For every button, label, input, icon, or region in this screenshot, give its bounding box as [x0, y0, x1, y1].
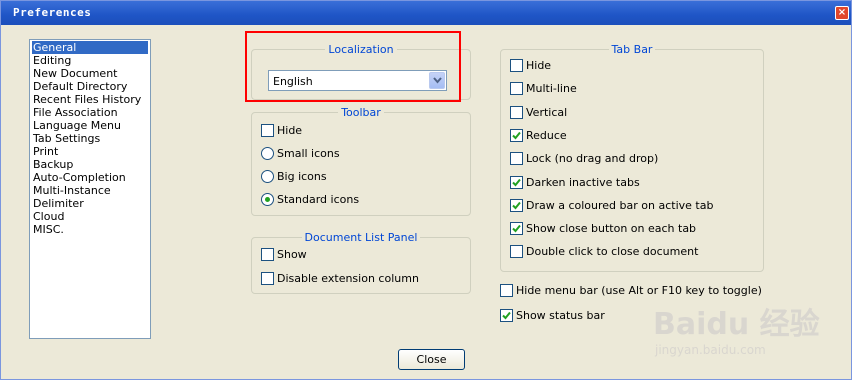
- toolbar-legend: Toolbar: [338, 106, 384, 119]
- radio-circle[interactable]: [261, 147, 274, 160]
- category-item[interactable]: Editing: [32, 54, 148, 67]
- category-list[interactable]: General Editing New Document Default Direct…: [29, 39, 151, 339]
- checkbox-box[interactable]: [510, 105, 523, 119]
- tab-bar-option-label: Show close button on each tab: [526, 222, 697, 236]
- category-item[interactable]: Multi-Instance: [32, 184, 148, 197]
- tab-bar-option-label: Reduce: [526, 128, 567, 142]
- category-item[interactable]: Delimiter: [32, 197, 148, 210]
- tab-bar-option-label: Darken inactive tabs: [526, 175, 640, 189]
- checkbox-box[interactable]: [510, 128, 523, 142]
- checkbox-box[interactable]: [510, 82, 523, 96]
- toolbar-radio-label: Small icons: [277, 147, 340, 160]
- radio-circle[interactable]: [261, 170, 274, 183]
- document-list-panel-group: Document List Panel Show Disable extensi…: [251, 231, 471, 294]
- toolbar-radio-label: Big icons: [277, 170, 327, 183]
- watermark-url: jingyan.baidu.com: [655, 343, 766, 357]
- checkbox-box[interactable]: [510, 152, 523, 166]
- category-item[interactable]: Default Directory: [32, 80, 148, 93]
- window-title: Preferences: [13, 6, 92, 19]
- hide-menu-bar-label: Hide menu bar (use Alt or F10 key to tog…: [516, 284, 762, 297]
- doclist-show-label: Show: [277, 248, 307, 261]
- category-item[interactable]: Recent Files History: [32, 93, 148, 106]
- checkbox-box[interactable]: [261, 124, 274, 137]
- checkbox-box[interactable]: [510, 222, 523, 236]
- checkbox-box[interactable]: [510, 59, 523, 72]
- tab-bar-group: Tab Bar Hide Multi-line Vertical Reduce Lock…: [500, 43, 764, 272]
- tab-bar-option-label: Hide: [526, 59, 552, 72]
- tab-bar-option-label: Vertical: [526, 105, 568, 119]
- category-item[interactable]: File Association: [32, 106, 148, 119]
- category-item[interactable]: Cloud: [32, 210, 148, 223]
- category-item[interactable]: Auto-Completion: [32, 171, 148, 184]
- toolbar-group: Toolbar Hide Small icons Big icons Standar…: [251, 106, 471, 216]
- tab-bar-option-label: Draw a coloured bar on active tab: [526, 198, 714, 212]
- disable-extension-column-label: Disable extension column: [277, 272, 419, 285]
- highlight-box: [245, 31, 461, 102]
- category-item[interactable]: Tab Settings: [32, 132, 148, 145]
- category-item[interactable]: Backup: [32, 158, 148, 171]
- category-item[interactable]: New Document: [32, 67, 148, 80]
- title-bar[interactable]: Preferences ×: [1, 1, 851, 25]
- close-window-icon[interactable]: ×: [835, 6, 849, 20]
- show-status-bar-label: Show status bar: [516, 309, 605, 322]
- toolbar-hide-label: Hide: [277, 124, 303, 137]
- checkbox-box[interactable]: [510, 175, 523, 189]
- tab-bar-legend: Tab Bar: [608, 43, 656, 56]
- toolbar-radio-label: Standard icons: [277, 193, 360, 206]
- radio-circle[interactable]: [261, 193, 274, 206]
- tab-bar-option-label: Double click to close document: [526, 245, 699, 259]
- category-item[interactable]: Print: [32, 145, 148, 158]
- category-item[interactable]: MISC.: [32, 223, 148, 236]
- checkbox-box[interactable]: [261, 248, 274, 261]
- checkbox-box[interactable]: [510, 198, 523, 212]
- close-button[interactable]: Close: [398, 349, 465, 370]
- category-item[interactable]: General: [32, 41, 148, 54]
- checkbox-box[interactable]: [500, 284, 513, 297]
- document-list-panel-legend: Document List Panel: [301, 231, 421, 244]
- preferences-dialog: Preferences × General Editing New Document…: [0, 0, 852, 380]
- watermark-brand: Baidu 经验: [653, 307, 820, 342]
- checkbox-box[interactable]: [261, 272, 274, 285]
- tab-bar-option-label: Lock (no drag and drop): [526, 152, 659, 166]
- watermark-logo: Baidu 经验 jingyan.baidu.com: [653, 299, 820, 361]
- tab-bar-option-label: Multi-line: [526, 82, 577, 96]
- checkbox-box[interactable]: [500, 309, 513, 322]
- checkbox-box[interactable]: [510, 245, 523, 259]
- category-item[interactable]: Language Menu: [32, 119, 148, 132]
